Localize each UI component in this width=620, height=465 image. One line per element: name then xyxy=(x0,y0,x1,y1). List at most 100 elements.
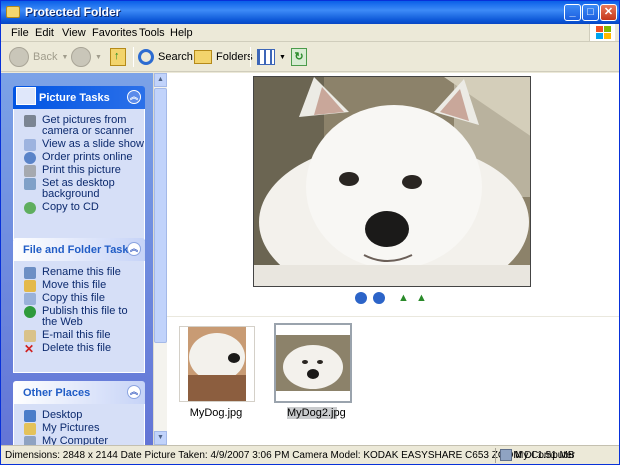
folders-label: Folders xyxy=(216,51,253,63)
desktop-icon xyxy=(24,178,36,190)
folders-button[interactable]: Folders xyxy=(194,46,253,68)
forward-arrow-icon xyxy=(71,47,91,67)
up-folder-icon: ↑ xyxy=(110,48,126,66)
task-copy-cd[interactable]: Copy to CD xyxy=(22,202,144,214)
status-details: Dimensions: 2848 x 2144 Date Picture Tak… xyxy=(5,450,575,461)
search-label: Search xyxy=(158,51,193,63)
menu-help[interactable]: Help xyxy=(170,27,193,39)
close-button[interactable]: ✕ xyxy=(600,4,617,21)
globe-icon xyxy=(24,306,36,318)
task-get-pictures[interactable]: Get pictures from camera or scanner xyxy=(22,115,144,137)
collapse-icon[interactable]: ︽ xyxy=(127,242,141,256)
menu-favorites[interactable]: Favorites xyxy=(92,27,137,39)
place-desktop[interactable]: Desktop xyxy=(22,410,144,422)
task-slide-show[interactable]: View as a slide show xyxy=(22,139,144,151)
thumbnail-mydog2[interactable] xyxy=(274,323,352,403)
panel-title: File and Folder Tasks xyxy=(23,244,135,256)
move-icon xyxy=(24,280,36,292)
file-folder-tasks-panel: File and Folder Tasks ︽ Rename this file… xyxy=(13,238,145,373)
thumbnail-mydog[interactable] xyxy=(179,326,255,402)
computer-icon xyxy=(500,449,512,461)
rotate-clockwise-icon[interactable]: ▲ xyxy=(398,292,410,304)
title-bar[interactable]: Protected Folder _ □ ✕ xyxy=(1,1,619,24)
task-delete[interactable]: ✕ Delete this file xyxy=(22,343,144,356)
scroll-up-arrow-icon[interactable]: ▲ xyxy=(154,73,167,87)
back-button[interactable]: Back ▼ xyxy=(9,46,68,68)
copy-icon xyxy=(24,293,36,305)
status-bar: Dimensions: 2848 x 2144 Date Picture Tak… xyxy=(1,445,619,464)
other-places-header[interactable]: Other Places ︽ xyxy=(13,381,145,404)
picture-tasks-body: Get pictures from camera or scanner View… xyxy=(13,109,145,240)
filmstrip-view: ▲ ▲ MyDog.jpg MyDog2.jpg xyxy=(167,73,619,445)
rotate-counterclockwise-icon[interactable]: ▲ xyxy=(416,292,428,304)
minimize-button[interactable]: _ xyxy=(564,4,581,21)
picture-tasks-panel: Picture Tasks ︽ Get pictures from camera… xyxy=(13,86,145,240)
collapse-icon[interactable]: ︽ xyxy=(127,385,141,399)
next-image-icon[interactable] xyxy=(373,292,385,304)
forward-button[interactable]: ▼ xyxy=(71,46,102,68)
menu-edit[interactable]: Edit xyxy=(35,27,54,39)
task-set-background[interactable]: Set as desktop background xyxy=(22,178,144,200)
thumbnail-strip: MyDog.jpg MyDog2.jpg xyxy=(167,316,619,445)
refresh-icon: ↻ xyxy=(291,48,307,66)
folder-icon xyxy=(24,423,36,435)
task-publish[interactable]: Publish this file to the Web xyxy=(22,306,144,328)
file-folder-tasks-body: Rename this file Move this file Copy thi… xyxy=(13,261,145,373)
task-move[interactable]: Move this file xyxy=(22,280,144,292)
task-order-prints[interactable]: Order prints online xyxy=(22,152,144,164)
maximize-button[interactable]: □ xyxy=(582,4,599,21)
search-button[interactable]: Search xyxy=(138,46,193,68)
other-places-panel: Other Places ︽ Desktop My Pictures My Co… xyxy=(13,381,145,445)
chevron-down-icon: ▼ xyxy=(61,53,69,61)
picture-tasks-header[interactable]: Picture Tasks ︽ xyxy=(13,86,145,109)
printer-icon xyxy=(24,165,36,177)
cd-icon xyxy=(24,202,36,214)
task-rename[interactable]: Rename this file xyxy=(22,267,144,279)
up-folder-button[interactable]: ↑ xyxy=(110,46,126,68)
desktop-icon xyxy=(24,410,36,422)
collapse-icon[interactable]: ︽ xyxy=(127,90,141,104)
camera-icon xyxy=(24,115,36,127)
task-pane-scrollbar[interactable]: ▲ ▼ xyxy=(153,73,167,445)
place-my-pictures[interactable]: My Pictures xyxy=(22,423,144,435)
toolbar: Back ▼ ▼ ↑ Search Folders ▼ ↻ xyxy=(1,42,619,72)
back-label: Back xyxy=(33,51,58,63)
menu-tools[interactable]: Tools xyxy=(139,27,165,39)
task-copy[interactable]: Copy this file xyxy=(22,293,144,305)
file-folder-tasks-header[interactable]: File and Folder Tasks ︽ xyxy=(13,238,145,261)
scroll-thumb[interactable] xyxy=(154,88,167,343)
panel-title: Picture Tasks xyxy=(39,92,110,104)
globe-icon xyxy=(24,152,36,164)
windows-logo-icon xyxy=(589,24,615,41)
views-button[interactable]: ▼ xyxy=(257,46,286,68)
thumbnail-label[interactable]: MyDog.jpg xyxy=(171,407,261,419)
task-pane: Picture Tasks ︽ Get pictures from camera… xyxy=(1,73,167,445)
refresh-button[interactable]: ↻ xyxy=(291,46,307,68)
status-location: My Computer xyxy=(515,450,576,461)
menu-view[interactable]: View xyxy=(62,27,86,39)
task-print[interactable]: Print this picture xyxy=(22,165,144,177)
picture-tasks-icon xyxy=(16,87,36,105)
views-icon xyxy=(257,49,275,65)
email-icon xyxy=(24,330,36,342)
thumbnail-image xyxy=(188,327,246,401)
chevron-down-icon: ▼ xyxy=(279,53,286,61)
dog-photo xyxy=(254,77,530,286)
thumbnail-image xyxy=(276,335,350,391)
rename-icon xyxy=(24,267,36,279)
slideshow-icon xyxy=(24,139,36,151)
picture-preview[interactable] xyxy=(253,76,531,287)
back-arrow-icon xyxy=(9,47,29,67)
scroll-down-arrow-icon[interactable]: ▼ xyxy=(154,431,167,445)
chevron-down-icon: ▼ xyxy=(95,53,102,61)
other-places-body: Desktop My Pictures My Computer xyxy=(13,404,145,445)
computer-icon xyxy=(24,436,36,445)
place-my-computer[interactable]: My Computer xyxy=(22,436,144,445)
task-email[interactable]: E-mail this file xyxy=(22,330,144,342)
window-title: Protected Folder xyxy=(25,5,121,19)
explorer-window: Protected Folder _ □ ✕ File Edit View Fa… xyxy=(0,0,620,465)
previous-image-icon[interactable] xyxy=(355,292,367,304)
menu-file[interactable]: File xyxy=(11,27,29,39)
panel-title: Other Places xyxy=(23,387,91,399)
thumbnail-label[interactable]: MyDog2.jpg xyxy=(287,407,346,419)
